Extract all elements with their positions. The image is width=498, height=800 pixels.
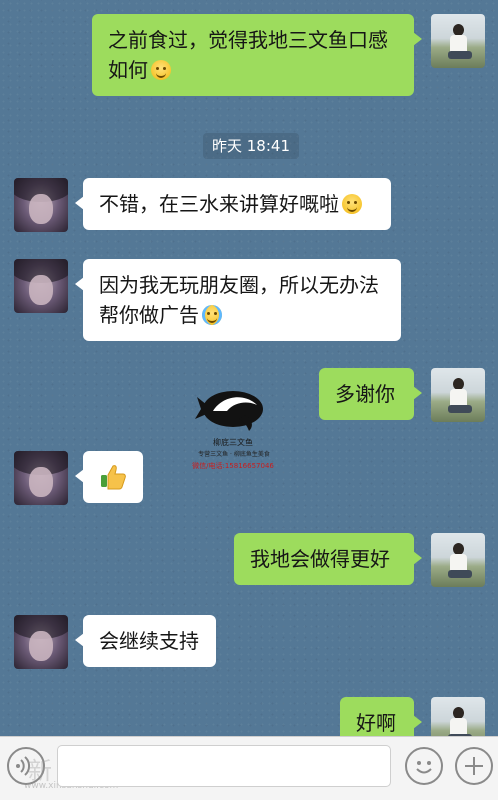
message-bubble-sent[interactable]: 多谢你: [319, 368, 422, 420]
contact-avatar[interactable]: [14, 259, 68, 313]
input-bar: 新三水 www.xinsanshui.com: [0, 736, 498, 800]
timestamp: 昨天 18:41: [203, 133, 299, 159]
watermark-phone: 微信/电话:15816657046: [192, 462, 274, 470]
message-bubble-sent[interactable]: 好啊: [340, 697, 422, 736]
contact-avatar[interactable]: [14, 451, 68, 505]
my-avatar[interactable]: [431, 533, 485, 587]
smiling-face-emoji-icon: [342, 194, 362, 214]
chat-area[interactable]: 之前食过，觉得我地三文鱼口感如何 昨天 18:41 不错，在三水来讲算好嘅啦 因…: [0, 0, 498, 736]
message-bubble-sent[interactable]: 我地会做得更好: [234, 533, 422, 585]
message-text: 好啊: [356, 711, 396, 735]
message-input[interactable]: [57, 745, 391, 787]
shop-watermark-logo: 柳底三文鱼 专营三文鱼 · 柳底鱼生美食 微信/电话:15816657046: [183, 385, 283, 475]
message-bubble-received[interactable]: [75, 451, 143, 503]
message-text: 因为我无玩朋友圈，所以无办法帮你做广告: [99, 273, 379, 327]
message-bubble-received[interactable]: 不错，在三水来讲算好嘅啦: [75, 178, 391, 230]
watermark-caption: 柳底三文鱼: [213, 438, 253, 447]
contact-avatar[interactable]: [14, 615, 68, 669]
my-avatar[interactable]: [431, 14, 485, 68]
more-options-button[interactable]: [455, 747, 493, 785]
smiling-face-emoji-icon: [151, 60, 171, 80]
message-text: 多谢你: [335, 382, 395, 406]
my-avatar[interactable]: [431, 368, 485, 422]
plus-icon: [465, 757, 483, 775]
message-bubble-sent[interactable]: 之前食过，觉得我地三文鱼口感如何: [92, 14, 422, 96]
crying-face-emoji-icon: [202, 305, 222, 325]
message-text: 会继续支持: [99, 629, 199, 653]
emoji-icon: [416, 761, 432, 774]
message-bubble-received[interactable]: 会继续支持: [75, 615, 216, 667]
message-text: 我地会做得更好: [250, 547, 390, 571]
message-text: 之前食过，觉得我地三文鱼口感如何: [108, 28, 388, 82]
message-bubble-received[interactable]: 因为我无玩朋友圈，所以无办法帮你做广告: [75, 259, 401, 341]
fish-logo-icon: [195, 391, 263, 431]
watermark-subcaption: 专营三文鱼 · 柳底鱼生美食: [198, 451, 270, 458]
contact-avatar[interactable]: [14, 178, 68, 232]
message-text: 不错，在三水来讲算好嘅啦: [99, 192, 339, 216]
thumbs-up-emoji-icon: [101, 465, 126, 490]
emoji-button[interactable]: [405, 747, 443, 785]
my-avatar[interactable]: [431, 697, 485, 736]
